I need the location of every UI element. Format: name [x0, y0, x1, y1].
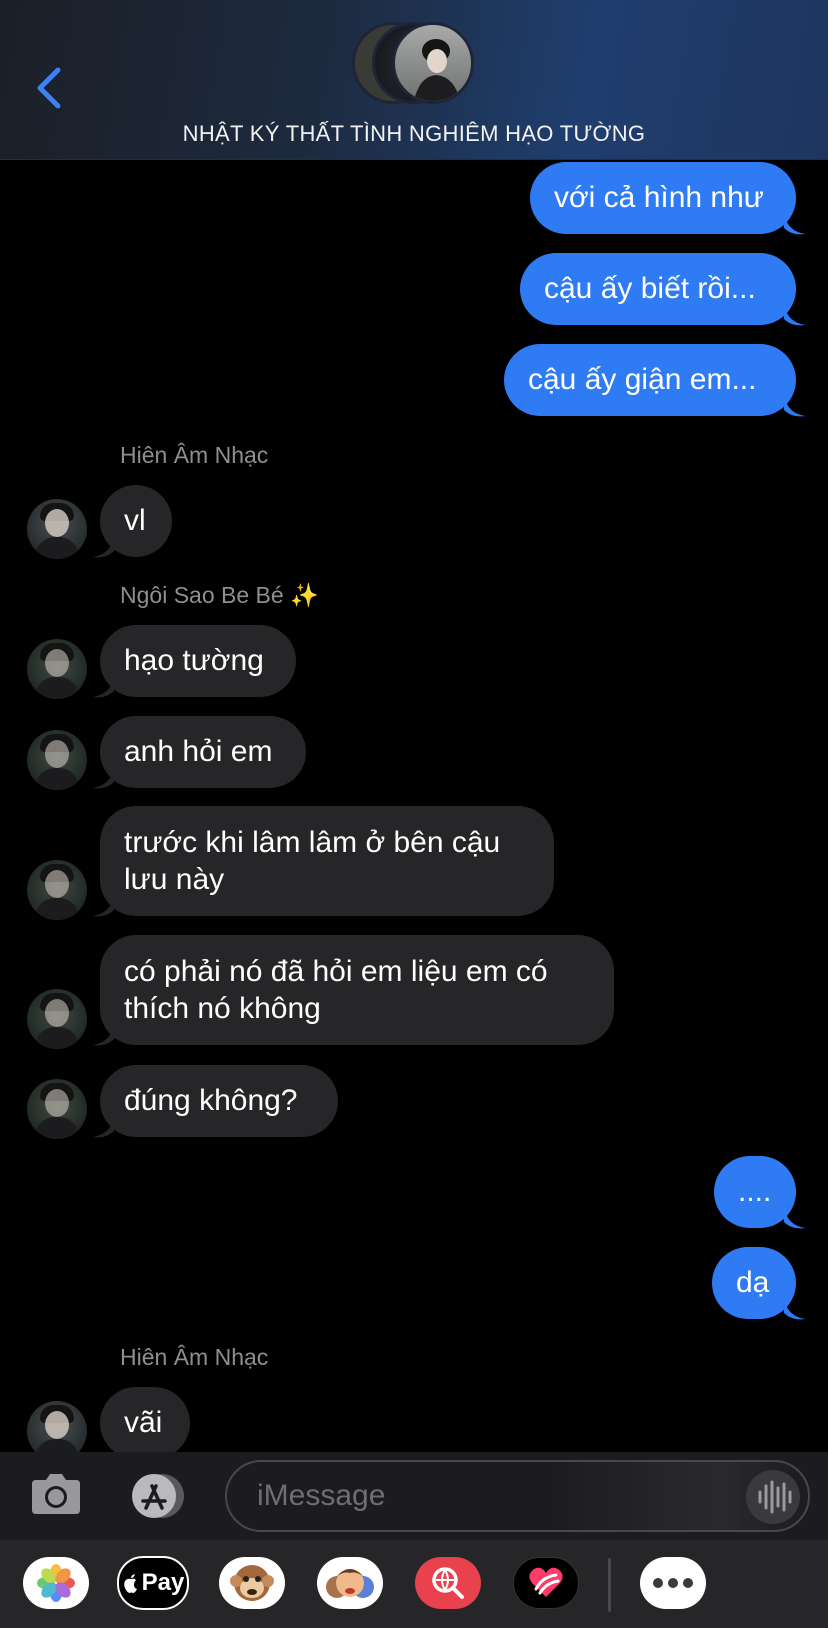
avatar[interactable]: [27, 730, 87, 790]
avatar[interactable]: [27, 1401, 87, 1452]
sender-name: Hiên Âm Nhạc: [120, 442, 269, 468]
conversation-title[interactable]: NHẬT KÝ THẤT TÌNH NGHIÊM HẠO TƯỜNG: [0, 121, 828, 147]
message-text: ....: [738, 1175, 772, 1208]
more-icon[interactable]: [640, 1557, 706, 1609]
apple-pay-label: Pay: [141, 1569, 185, 1596]
sender-name: Hiên Âm Nhạc: [120, 1344, 269, 1370]
memoji-icon[interactable]: [317, 1557, 383, 1609]
message-text: anh hỏi em: [124, 735, 273, 768]
avatar[interactable]: [27, 639, 87, 699]
message-text: cậu ấy giận em...: [528, 363, 757, 396]
waveform-icon[interactable]: [746, 1470, 800, 1524]
apple-pay-icon[interactable]: Pay: [117, 1556, 189, 1610]
incoming-message[interactable]: vãi: [100, 1387, 190, 1452]
bubble-tail: [92, 768, 114, 789]
group-avatar-stack[interactable]: [352, 22, 476, 106]
message-thread: với cả hình như cậu ấy biết rồi... cậu ấ…: [0, 160, 828, 1452]
bubble-tail: [784, 1299, 806, 1320]
bubble-tail: [784, 214, 806, 235]
sender-name: Ngôi Sao Be Bé ✨: [120, 582, 319, 608]
bubble-tail: [784, 396, 806, 417]
message-text: có phải nó đã hỏi em liệu em có thích nó…: [124, 955, 548, 1025]
avatar[interactable]: [27, 1079, 87, 1139]
incoming-message[interactable]: có phải nó đã hỏi em liệu em có thích nó…: [100, 935, 614, 1045]
group-avatar: [392, 22, 474, 104]
bubble-tail: [92, 1025, 114, 1046]
photos-icon[interactable]: [23, 1557, 89, 1609]
tray-divider: [608, 1558, 611, 1612]
bubble-tail: [784, 1208, 806, 1229]
chevron-left-icon[interactable]: [30, 64, 70, 112]
message-text: trước khi lâm lâm ở bên cậu lưu này: [124, 826, 501, 896]
avatar[interactable]: [27, 860, 87, 920]
outgoing-message[interactable]: với cả hình như: [530, 162, 796, 234]
bubble-tail: [92, 677, 114, 698]
bubble-tail: [92, 896, 114, 917]
incoming-message[interactable]: anh hỏi em: [100, 716, 306, 788]
web-search-icon[interactable]: [415, 1557, 481, 1609]
camera-icon[interactable]: [30, 1470, 82, 1516]
digital-touch-icon[interactable]: [513, 1557, 579, 1609]
outgoing-message[interactable]: cậu ấy biết rồi...: [520, 253, 796, 325]
message-text: đúng không?: [124, 1084, 298, 1117]
message-composer: iMessage: [0, 1452, 828, 1540]
incoming-message[interactable]: hạo tường: [100, 625, 296, 697]
incoming-message[interactable]: trước khi lâm lâm ở bên cậu lưu này: [100, 806, 554, 916]
message-text: vãi: [124, 1406, 163, 1439]
bubble-tail: [92, 1117, 114, 1138]
message-input[interactable]: iMessage: [225, 1460, 810, 1532]
message-text: vl: [124, 504, 146, 537]
conversation-header: NHẬT KÝ THẤT TÌNH NGHIÊM HẠO TƯỜNG: [0, 0, 828, 160]
app-store-icon[interactable]: [126, 1472, 188, 1520]
bubble-tail: [92, 537, 114, 558]
message-placeholder: iMessage: [257, 1479, 386, 1512]
message-text: dạ: [736, 1266, 770, 1299]
app-drawer: Pay: [0, 1540, 828, 1628]
incoming-message[interactable]: đúng không?: [100, 1065, 338, 1137]
bubble-tail: [784, 305, 806, 326]
message-text: hạo tường: [124, 644, 264, 677]
avatar[interactable]: [27, 499, 87, 559]
outgoing-message[interactable]: cậu ấy giận em...: [504, 344, 796, 416]
message-text: cậu ấy biết rồi...: [544, 272, 756, 305]
animoji-icon[interactable]: [219, 1557, 285, 1609]
message-text: với cả hình như: [554, 181, 764, 214]
avatar[interactable]: [27, 989, 87, 1049]
